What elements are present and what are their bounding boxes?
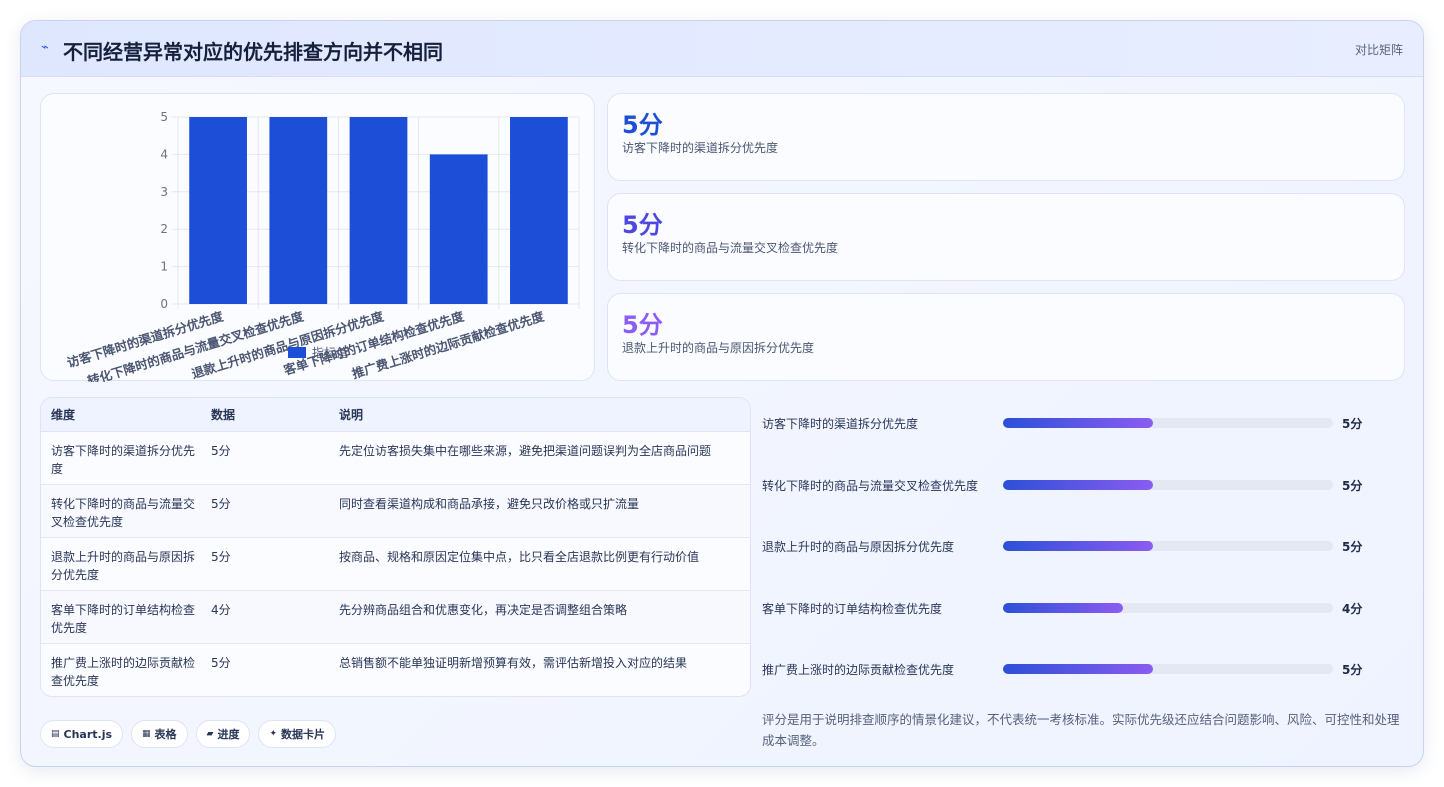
table-row: 客单下降时的订单结构检查优先度 4分 先分辨商品组合和优惠变化，再决定是否调整组… [41,590,750,643]
table-cell: 按商品、规格和原因定位集中点，比只看全店退款比例更有行动价值 [339,549,700,564]
tag-label: 数据卡片 [281,728,326,741]
stat-label: 访客下降时的渠道拆分优先度 [622,141,779,155]
progress-row: 退款上升时的商品与原因拆分优先度 5分 [762,536,1422,556]
progress-track [1003,541,1333,551]
lightning-icon: ⌁ [41,40,49,55]
table-cell: 先分辨商品组合和优惠变化，再决定是否调整组合策略 [339,602,628,617]
y-tick-label: 1 [160,260,168,274]
bar-chart-card: 0 1 2 3 4 5 访客下降时的渠道拆分优先度 转化下降时的商品与流量交叉检查优先度 退款上… [40,93,595,382]
progress-track [1003,664,1333,674]
table-cell: 4分 [211,602,231,617]
progress-label: 推广费上涨时的边际贡献检查优先度 [762,663,955,677]
progress-track [1003,480,1333,490]
table-row: 转化下降时的商品与流量交叉检查优先度 5分 同时查看渠道构成和商品承接，避免只改… [41,484,750,537]
table-row: 访客下降时的渠道拆分优先度 5分 先定位访客损失集中在哪些来源，避免把渠道问题误… [41,431,750,484]
progress-track [1003,418,1333,428]
tag-chartjs[interactable]: ▤ Chart.js [40,720,124,748]
progress-value: 4分 [1342,602,1363,616]
stat-card-1: 5分 访客下降时的渠道拆分优先度 [607,93,1405,181]
sparkle-icon: ✦ [269,729,278,739]
table-cell: 退款上升时的商品与原因拆分优先度 [51,549,196,582]
progress-row: 转化下降时的商品与流量交叉检查优先度 5分 [762,475,1422,495]
column-header: 维度 [41,398,211,432]
progress-label: 访客下降时的渠道拆分优先度 [762,417,919,431]
table-cell: 访客下降时的渠道拆分优先度 [51,443,196,476]
progress-fill [1003,418,1153,428]
bar [349,117,408,304]
table-cell: 总销售额不能单独证明新增预算有效，需评估新增投入对应的结果 [339,655,688,670]
y-tick-label: 3 [160,185,168,199]
chart-icon: ▤ [51,729,60,739]
progress-row: 访客下降时的渠道拆分优先度 5分 [762,413,1422,433]
data-table: 维度 数据 说明 访客下降时的渠道拆分优先度 5分 先定位访客损失集中在哪些来源… [41,398,750,696]
progress-fill [1003,664,1153,674]
legend-swatch [288,347,306,358]
progress-label: 转化下降时的商品与流量交叉检查优先度 [762,479,979,493]
progress-track [1003,603,1333,613]
table-cell: 5分 [211,655,231,670]
page-title: 不同经营异常对应的优先排查方向并不相同 [63,40,443,64]
stat-card-2: 5分 转化下降时的商品与流量交叉检查优先度 [607,193,1405,281]
data-table-card: 维度 数据 说明 访客下降时的渠道拆分优先度 5分 先定位访客损失集中在哪些来源… [40,397,751,697]
table-row: 退款上升时的商品与原因拆分优先度 5分 按商品、规格和原因定位集中点，比只看全店… [41,537,750,590]
progress-row: 推广费上涨时的边际贡献检查优先度 5分 [762,659,1422,679]
table-header-row: 维度 数据 说明 [41,398,750,432]
table-cell: 客单下降时的订单结构检查优先度 [51,602,196,635]
progress-row: 客单下降时的订单结构检查优先度 4分 [762,598,1422,618]
tag-label: 表格 [154,728,177,741]
progress-fill [1003,603,1123,613]
tag-list: ▤ Chart.js ▦ 表格 ▰ 进度 ✦ 数据卡片 [40,720,337,748]
stat-value: 5分 [622,311,663,339]
bar-chart: 012345访客下降时的渠道拆分优先度转化下降时的商品与流量交叉检查优先度退款上… [65,110,580,382]
matrix-label: 对比矩阵 [1354,43,1403,57]
column-header: 数据 [211,398,339,432]
progress-value: 5分 [1342,540,1363,554]
progress-fill [1003,541,1153,551]
progress-value: 5分 [1342,479,1363,493]
tag-label: Chart.js [63,727,113,741]
progress-fill [1003,480,1153,490]
y-tick-label: 0 [160,297,168,311]
table-cell: 5分 [211,549,231,564]
folder-icon: ▰ [206,729,214,739]
panel-header: ⌁ 不同经营异常对应的优先排查方向并不相同 对比矩阵 [21,21,1423,77]
stat-label: 转化下降时的商品与流量交叉检查优先度 [622,241,839,255]
table-cell: 转化下降时的商品与流量交叉检查优先度 [51,496,196,529]
tag-progress[interactable]: ▰ 进度 [195,720,251,748]
y-tick-label: 4 [160,147,168,161]
bar [269,117,328,304]
footnote: 评分是用于说明排查顺序的情景化建议，不代表统一考核标准。实际优先级还应结合问题影… [762,712,1400,748]
bar [429,154,488,304]
progress-value: 5分 [1342,417,1363,431]
dashboard-panel: ⌁ 不同经营异常对应的优先排查方向并不相同 对比矩阵 0 1 2 3 4 5 访客下降时的渠… [20,20,1424,767]
tag-table[interactable]: ▦ 表格 [131,720,188,748]
column-header: 说明 [339,398,750,432]
table-cell: 5分 [211,443,231,458]
stat-value: 5分 [622,111,663,139]
tag-data-cards[interactable]: ✦ 数据卡片 [258,720,337,748]
table-icon: ▦ [142,729,151,739]
bar [189,117,247,304]
y-tick-label: 2 [160,222,168,236]
y-tick-label: 5 [160,110,168,124]
tag-label: 进度 [217,728,240,741]
stat-card-3: 5分 退款上升时的商品与原因拆分优先度 [607,293,1405,381]
legend-label: 指标值 [312,345,348,360]
table-cell: 先定位访客损失集中在哪些来源，避免把渠道问题误判为全店商品问题 [339,443,712,458]
progress-value: 5分 [1342,663,1363,677]
progress-label: 退款上升时的商品与原因拆分优先度 [762,540,955,554]
bar [510,117,568,304]
table-cell: 同时查看渠道构成和商品承接，避免只改价格或只扩流量 [339,496,640,511]
stat-label: 退款上升时的商品与原因拆分优先度 [622,341,815,355]
table-cell: 5分 [211,496,231,511]
stat-value: 5分 [622,211,663,239]
table-cell: 推广费上涨时的边际贡献检查优先度 [51,655,196,688]
table-row: 推广费上涨时的边际贡献检查优先度 5分 总销售额不能单独证明新增预算有效，需评估… [41,643,750,696]
progress-label: 客单下降时的订单结构检查优先度 [762,602,943,616]
